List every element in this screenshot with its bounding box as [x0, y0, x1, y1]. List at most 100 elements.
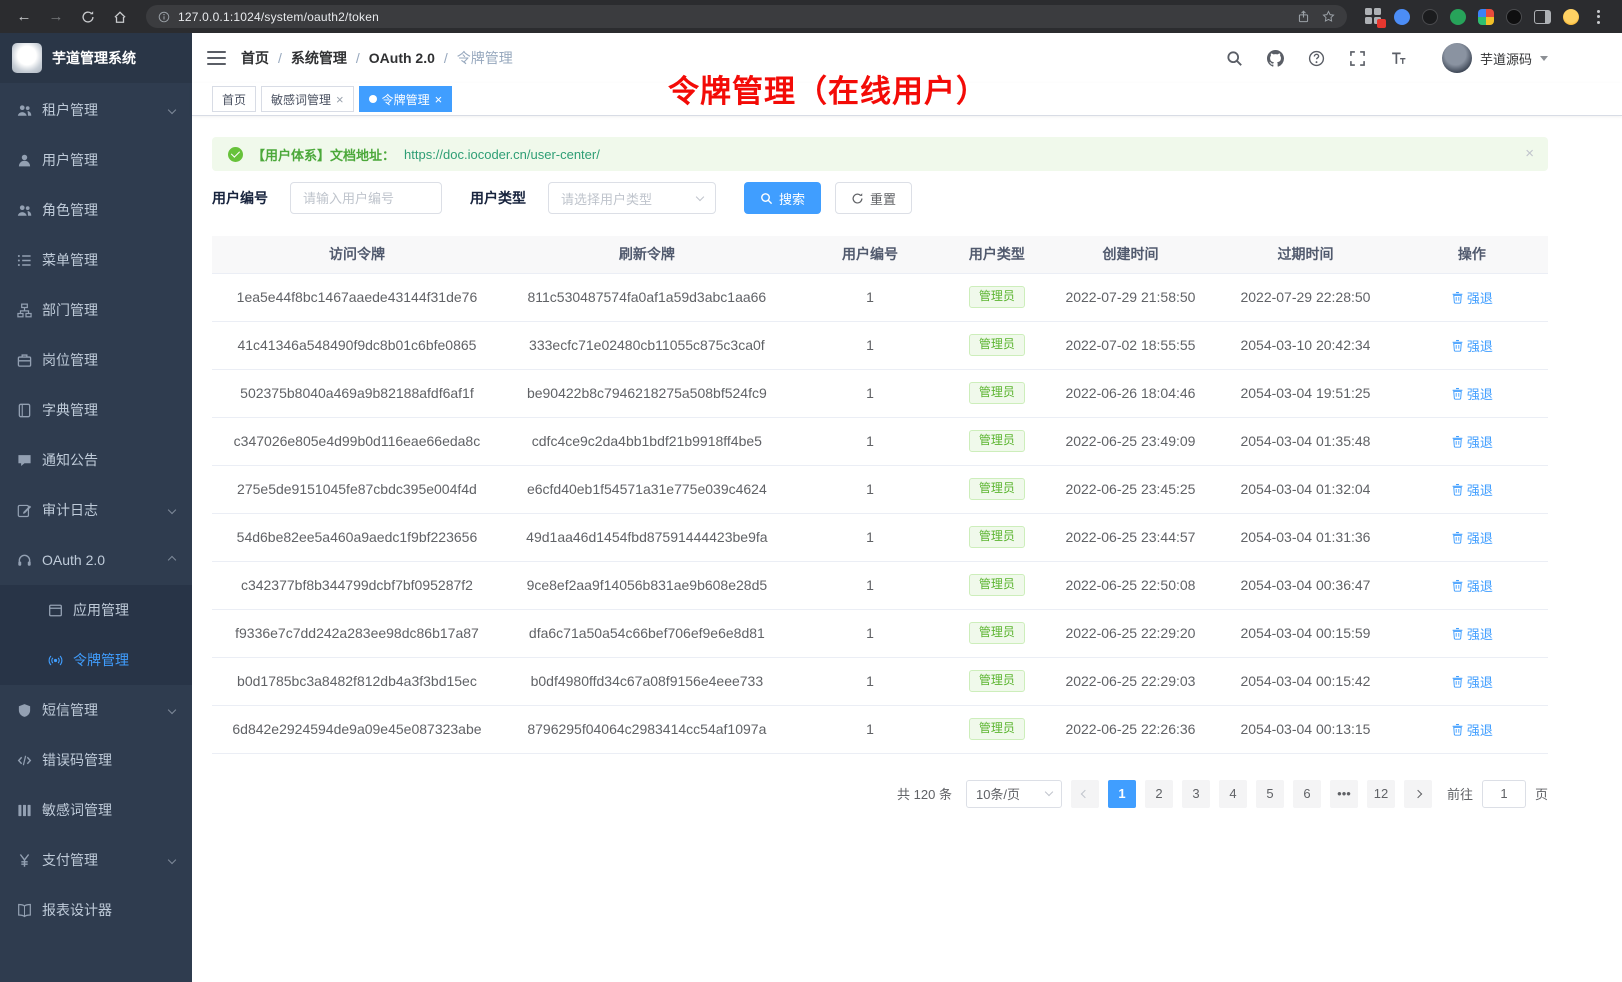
- browser-forward-button[interactable]: →: [42, 4, 70, 30]
- sidebar-item-role[interactable]: 角色管理: [0, 185, 192, 235]
- sidebar-item-user[interactable]: 用户管理: [0, 135, 192, 185]
- github-icon[interactable]: [1264, 46, 1288, 70]
- force-logout-button[interactable]: 强退: [1451, 480, 1493, 499]
- sidebar-item-notice[interactable]: 通知公告: [0, 435, 192, 485]
- pagination-total: 共 120 条: [897, 784, 952, 803]
- close-icon[interactable]: ×: [435, 93, 443, 106]
- breadcrumb-current: 令牌管理: [457, 48, 513, 68]
- force-logout-button[interactable]: 强退: [1451, 576, 1493, 595]
- page-button-2[interactable]: 2: [1145, 780, 1173, 808]
- site-info-icon[interactable]: [158, 11, 170, 23]
- browser-reload-button[interactable]: [74, 4, 102, 30]
- page-button-3[interactable]: 3: [1182, 780, 1210, 808]
- app-logo[interactable]: 芋道管理系统: [0, 33, 192, 83]
- bookmark-star-icon[interactable]: [1322, 10, 1335, 23]
- page-size-select[interactable]: 10条/页: [966, 780, 1062, 808]
- browser-menu-icon[interactable]: [1591, 10, 1606, 24]
- refresh-token-cell: e6cfd40eb1f54571a31e775e039c4624: [502, 465, 792, 513]
- close-icon[interactable]: ×: [336, 93, 344, 106]
- sidebar-item-sms[interactable]: 短信管理: [0, 685, 192, 735]
- force-logout-button[interactable]: 强退: [1451, 528, 1493, 547]
- page-button-6[interactable]: 6: [1293, 780, 1321, 808]
- headset-icon: [17, 553, 32, 568]
- sidebar-item-pay[interactable]: 支付管理: [0, 835, 192, 885]
- browser-sidebar-icon[interactable]: [1534, 10, 1551, 24]
- browser-back-button[interactable]: ←: [10, 4, 38, 30]
- sidebar-item-tenant[interactable]: 租户管理: [0, 85, 192, 135]
- user-type-cell: 管理员: [948, 609, 1046, 657]
- extension-icon[interactable]: [1478, 9, 1494, 25]
- sidebar-item-app-manage[interactable]: 应用管理: [0, 585, 192, 635]
- sidebar-item-oauth[interactable]: OAuth 2.0: [0, 535, 192, 585]
- reset-button[interactable]: 重置: [835, 182, 912, 214]
- user-type-badge: 管理员: [969, 526, 1025, 549]
- fullscreen-icon[interactable]: [1346, 46, 1370, 70]
- user-type-select[interactable]: 请选择用户类型: [548, 182, 716, 214]
- sidebar-item-report-designer[interactable]: 报表设计器: [0, 885, 192, 935]
- tab-token-manage[interactable]: 令牌管理×: [359, 86, 453, 112]
- extension-grid-icon[interactable]: [1365, 8, 1382, 25]
- extension-icon[interactable]: [1394, 9, 1410, 25]
- force-logout-button[interactable]: 强退: [1451, 288, 1493, 307]
- url-text[interactable]: 127.0.0.1:1024/system/oauth2/token: [178, 10, 1289, 24]
- close-icon[interactable]: ×: [1525, 146, 1534, 161]
- font-size-icon[interactable]: [1387, 46, 1411, 70]
- shield-icon: [17, 703, 32, 718]
- share-icon[interactable]: [1297, 10, 1310, 23]
- sidebar-item-dict[interactable]: 字典管理: [0, 385, 192, 435]
- address-bar[interactable]: 127.0.0.1:1024/system/oauth2/token: [146, 5, 1347, 28]
- actions-cell: 强退: [1396, 273, 1548, 321]
- user-type-badge: 管理员: [969, 622, 1025, 645]
- force-logout-button[interactable]: 强退: [1451, 432, 1493, 451]
- col-user-type: 用户类型: [948, 236, 1046, 273]
- alert-text: 【用户体系】文档地址：: [252, 145, 395, 164]
- force-logout-button[interactable]: 强退: [1451, 384, 1493, 403]
- page-button-12[interactable]: 12: [1367, 780, 1395, 808]
- prev-page-button[interactable]: [1071, 780, 1099, 808]
- extension-icon[interactable]: [1450, 9, 1466, 25]
- breadcrumb-home[interactable]: 首页: [241, 48, 269, 68]
- user-name: 芋道源码: [1480, 49, 1532, 68]
- col-expire-time: 过期时间: [1215, 236, 1395, 273]
- help-icon[interactable]: [1305, 46, 1329, 70]
- goto-suffix: 页: [1535, 784, 1548, 803]
- search-icon[interactable]: [1223, 46, 1247, 70]
- goto-page-input[interactable]: [1482, 780, 1526, 808]
- sidebar-item-token-manage[interactable]: 令牌管理: [0, 635, 192, 685]
- chat-icon: [17, 453, 32, 468]
- force-logout-button[interactable]: 强退: [1451, 720, 1493, 739]
- refresh-token-cell: b0df4980ffd34c67a08f9156e4eee733: [502, 657, 792, 705]
- sidebar-item-audit-log[interactable]: 审计日志: [0, 485, 192, 535]
- breadcrumb-oauth[interactable]: OAuth 2.0: [369, 50, 435, 66]
- force-logout-button[interactable]: 强退: [1451, 672, 1493, 691]
- breadcrumb-system[interactable]: 系统管理: [291, 48, 347, 68]
- extension-icon[interactable]: [1506, 9, 1522, 25]
- extension-icon[interactable]: [1422, 9, 1438, 25]
- sidebar-item-menu[interactable]: 菜单管理: [0, 235, 192, 285]
- force-logout-button[interactable]: 强退: [1451, 624, 1493, 643]
- next-page-button[interactable]: [1404, 780, 1432, 808]
- tab-sensitive-word[interactable]: 敏感词管理×: [261, 86, 354, 112]
- sidebar-item-error-code[interactable]: 错误码管理: [0, 735, 192, 785]
- user-menu[interactable]: 芋道源码: [1442, 43, 1548, 73]
- user-id-input[interactable]: [290, 182, 442, 214]
- browser-profile-avatar[interactable]: [1563, 9, 1579, 25]
- page-button-4[interactable]: 4: [1219, 780, 1247, 808]
- user-id-cell: 1: [792, 657, 948, 705]
- actions-cell: 强退: [1396, 513, 1548, 561]
- doc-link[interactable]: https://doc.iocoder.cn/user-center/: [404, 147, 600, 162]
- sidebar-item-sensitive-word[interactable]: 敏感词管理: [0, 785, 192, 835]
- refresh-token-cell: 8796295f04064c2983414cc54af1097a: [502, 705, 792, 753]
- tab-home[interactable]: 首页: [212, 86, 256, 112]
- page-ellipsis[interactable]: •••: [1330, 780, 1358, 808]
- access-token-cell: 502375b8040a469a9b82188afdf6af1f: [212, 369, 502, 417]
- page-button-5[interactable]: 5: [1256, 780, 1284, 808]
- page-button-1[interactable]: 1: [1108, 780, 1136, 808]
- sidebar-item-dept[interactable]: 部门管理: [0, 285, 192, 335]
- browser-home-button[interactable]: [106, 4, 134, 30]
- user-type-badge: 管理员: [969, 430, 1025, 453]
- search-button[interactable]: 搜索: [744, 182, 821, 214]
- sidebar-item-post[interactable]: 岗位管理: [0, 335, 192, 385]
- force-logout-button[interactable]: 强退: [1451, 336, 1493, 355]
- hamburger-icon[interactable]: [207, 51, 226, 65]
